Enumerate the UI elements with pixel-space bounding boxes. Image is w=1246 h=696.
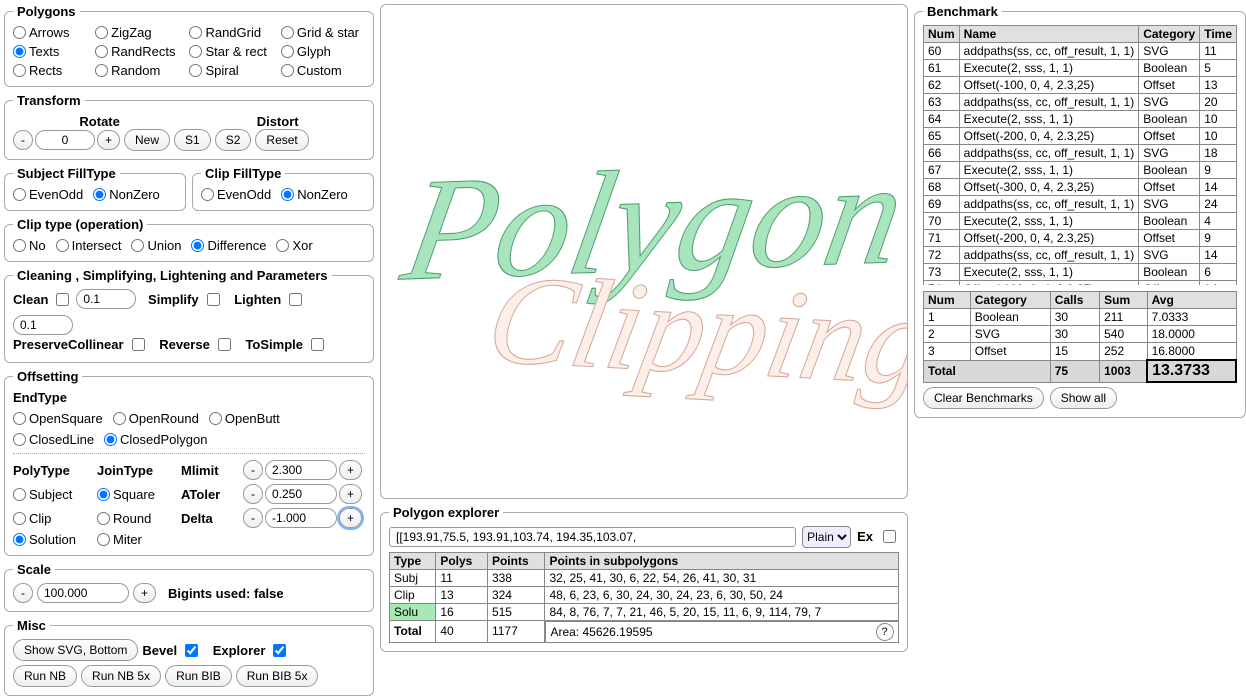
sidebar: Polygons Arrows ZigZag RandGrid Grid & star… [4,4,374,652]
s2-button[interactable]: S2 [215,129,252,151]
offset_poly-clip[interactable]: Clip [13,511,85,526]
polygons-spiral[interactable]: Spiral [189,63,266,78]
clean-value[interactable] [76,289,136,309]
clipType-intersect[interactable]: Intersect [56,238,122,253]
polygons-legend: Polygons [13,4,80,19]
cleaning-group: Cleaning , Simplifying, Lightening and P… [4,268,374,363]
clip-filltype-group: Clip FillType EvenOddNonZero [192,166,374,211]
offset_end-closedline[interactable]: ClosedLine [13,432,94,447]
show-all-button[interactable]: Show all [1050,387,1117,409]
offset_end-openbutt[interactable]: OpenButt [209,411,280,426]
show-svg-button[interactable]: Show SVG, Bottom [13,639,138,661]
offset_poly-subject[interactable]: Subject [13,487,85,502]
rotate-minus-button[interactable]: - [13,130,33,150]
explorer-table: TypePolysPointsPoints in subpolygons Sub… [389,552,899,644]
clipType-xor[interactable]: Xor [276,238,312,253]
transform-legend: Transform [13,93,85,108]
delta-minus-button[interactable]: - [243,508,263,528]
lighten-value[interactable] [13,315,73,335]
benchmark-table: NumNameCategoryTime 60addpaths(ss, cc, o… [923,25,1237,285]
clipType-union[interactable]: Union [131,238,181,253]
offset_join-miter[interactable]: Miter [97,532,169,547]
offset_join-square[interactable]: Square [97,487,169,502]
run-nb5-button[interactable]: Run NB 5x [81,665,161,687]
scale-group: Scale - + Bigints used: false [4,562,374,612]
polygons-grid: Arrows ZigZag RandGrid Grid & star Texts Rand… [13,25,365,78]
delta-plus-button[interactable]: + [339,508,362,528]
reverse-checkbox[interactable] [218,338,231,351]
offset_end-opensquare[interactable]: OpenSquare [13,411,103,426]
tosimple-checkbox[interactable] [311,338,324,351]
atoler-plus-button[interactable]: + [339,484,362,504]
new-button[interactable]: New [124,129,170,151]
polygons-randrects[interactable]: RandRects [95,44,175,59]
delta-input[interactable] [265,508,337,528]
polygons-glyph[interactable]: Glyph [281,44,359,59]
mlimit-input[interactable] [265,460,337,480]
rotate-label: Rotate [79,114,119,129]
rotate-plus-button[interactable]: + [97,130,120,150]
offset_end-openround[interactable]: OpenRound [113,411,199,426]
scale-input[interactable] [37,583,129,603]
bevel-checkbox[interactable] [185,644,198,657]
clipFill-evenodd[interactable]: EvenOdd [201,187,271,202]
clipType-no[interactable]: No [13,238,46,253]
explorer-checkbox[interactable] [273,644,286,657]
polygons-grid-star[interactable]: Grid & star [281,25,359,40]
canvas[interactable]: Polygon Clipping [380,4,908,499]
scale-plus-button[interactable]: + [133,583,156,603]
polygons-group: Polygons Arrows ZigZag RandGrid Grid & star… [4,4,374,87]
clipType-difference[interactable]: Difference [191,238,266,253]
atoler-input[interactable] [265,484,337,504]
mlimit-plus-button[interactable]: + [339,460,362,480]
main-area: Polygon Clipping Polygon explorer Plain … [380,4,908,652]
polygon-explorer-group: Polygon explorer Plain Ex TypePolysPoint… [380,505,908,653]
subjFill-evenodd[interactable]: EvenOdd [13,187,83,202]
polygons-arrows[interactable]: Arrows [13,25,81,40]
ex-checkbox[interactable] [883,530,896,543]
app-root: Polygons Arrows ZigZag RandGrid Grid & star… [4,4,1242,652]
preservecollinear-checkbox[interactable] [132,338,145,351]
clipFill-nonzero[interactable]: NonZero [281,187,348,202]
lighten-checkbox[interactable] [289,293,302,306]
polygons-zigzag[interactable]: ZigZag [95,25,175,40]
offset_poly-solution[interactable]: Solution [13,532,85,547]
clip-type-group: Clip type (operation) NoIntersectUnionDi… [4,217,374,262]
run-bib5-button[interactable]: Run BIB 5x [236,665,319,687]
run-bib-button[interactable]: Run BIB [165,665,232,687]
clear-benchmarks-button[interactable]: Clear Benchmarks [923,387,1044,409]
subject-filltype-group: Subject FillType EvenOddNonZero [4,166,186,211]
s1-button[interactable]: S1 [174,129,211,151]
benchmark-group: Benchmark NumNameCategoryTime 60addpaths… [914,4,1246,418]
offset_join-round[interactable]: Round [97,511,169,526]
rotate-input[interactable] [35,130,95,150]
simplify-checkbox[interactable] [207,293,220,306]
polygons-texts[interactable]: Texts [13,44,81,59]
distort-label: Distort [257,114,299,129]
scale-minus-button[interactable]: - [13,583,33,603]
reset-button[interactable]: Reset [255,129,308,151]
clean-checkbox[interactable] [56,293,69,306]
offset_end-closedpolygon[interactable]: ClosedPolygon [104,432,207,447]
format-select[interactable]: Plain [802,526,851,548]
atoler-minus-button[interactable]: - [243,484,263,504]
polygons-random[interactable]: Random [95,63,175,78]
benchmark-panel: Benchmark NumNameCategoryTime 60addpaths… [914,4,1242,652]
run-nb-button[interactable]: Run NB [13,665,77,687]
transform-group: Transform Rotate Distort - + New S1 S2 R… [4,93,374,160]
offsetting-group: Offsetting EndType OpenSquareOpenRoundOp… [4,369,374,556]
help-icon[interactable]: ? [876,623,894,641]
benchmark-summary-table: NumCategoryCallsSumAvg 1Boolean302117.03… [923,291,1237,383]
misc-group: Misc Show SVG, Bottom Bevel Explorer Run… [4,618,374,696]
polygons-custom[interactable]: Custom [281,63,359,78]
path-input[interactable] [389,527,796,547]
subjFill-nonzero[interactable]: NonZero [93,187,160,202]
mlimit-minus-button[interactable]: - [243,460,263,480]
polygons-rects[interactable]: Rects [13,63,81,78]
polygons-star-rect[interactable]: Star & rect [189,44,266,59]
polygons-randgrid[interactable]: RandGrid [189,25,266,40]
canvas-word2: Clipping [477,250,907,412]
